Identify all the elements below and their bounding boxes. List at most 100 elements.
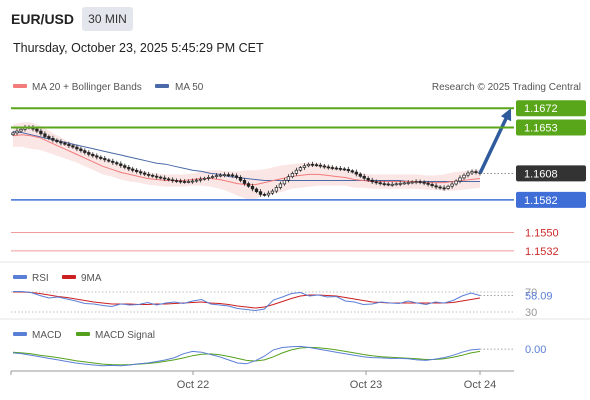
candle-body (230, 174, 235, 177)
x-axis-tick-label: Oct 24 (464, 379, 496, 391)
candle-body (218, 174, 223, 177)
ma20-legend-swatch (13, 84, 27, 88)
rsi-value-label: 58.09 (525, 291, 553, 303)
candle-body (286, 176, 291, 181)
candle-body (390, 183, 394, 186)
candle-body (202, 177, 207, 180)
candle-body (318, 164, 322, 167)
candle-body (99, 156, 103, 159)
candle-body (470, 171, 474, 174)
candle-body (282, 179, 287, 185)
candle-body (462, 174, 466, 179)
candle-body (163, 177, 167, 180)
ma50-legend-label: MA 50 (175, 82, 204, 93)
candle-body (59, 141, 63, 144)
rsi-ma-legend-swatch (62, 275, 76, 279)
candle-body (250, 185, 255, 190)
candle-body (354, 171, 358, 175)
candle-body (290, 173, 295, 178)
candle-body (366, 178, 370, 181)
x-axis-tick-label: Oct 23 (350, 379, 382, 391)
ma20-legend-label: MA 20 + Bollinger Bands (32, 82, 142, 93)
candle-body (47, 136, 51, 139)
candle-body (63, 142, 67, 145)
candle-body (406, 182, 410, 184)
rsi-line (13, 291, 481, 312)
candle-body (242, 180, 247, 184)
candle-body (19, 128, 23, 132)
candle-body (326, 166, 330, 169)
candle-body (258, 191, 263, 195)
candle-body (322, 165, 326, 168)
candle-body (402, 182, 406, 185)
candle-body (454, 180, 458, 185)
support-level-label: 1.1550 (525, 228, 559, 240)
candle-body (298, 167, 303, 171)
candle-body (119, 163, 123, 166)
candle-body (450, 183, 454, 187)
candle-body (111, 160, 115, 163)
candle-body (190, 180, 195, 183)
candle-body (151, 174, 155, 177)
candle-body (266, 192, 271, 196)
candle-body (270, 190, 275, 194)
support-level-label: 1.1532 (525, 246, 559, 258)
candle-body (386, 183, 390, 186)
macd-legend-label: MACD (32, 330, 61, 341)
candle-body (123, 165, 127, 168)
candle-body (75, 146, 79, 150)
candle-body (246, 183, 251, 187)
macd-panel: 0.00 (12, 344, 546, 367)
candle-body (131, 168, 135, 171)
candle-body (171, 179, 175, 182)
candle-body (414, 181, 418, 183)
candle-body (410, 181, 414, 184)
candle-body (127, 167, 131, 170)
candle-body (330, 167, 334, 169)
candle-body (314, 164, 319, 167)
candle-body (394, 183, 398, 186)
candle-body (238, 176, 243, 181)
candle-body (167, 178, 171, 181)
candle-body (338, 168, 342, 170)
macd-line (12, 345, 481, 367)
price-level-label: 1.1582 (524, 195, 558, 207)
candle-body (91, 153, 95, 157)
candle-body (278, 183, 283, 188)
x-axis-tick-label: Oct 22 (177, 379, 209, 391)
chart-canvas: MA 20 + Bollinger Bands MA 50 Research ©… (0, 82, 590, 391)
candle-body (378, 182, 382, 185)
candle-body (143, 172, 147, 175)
candle-body (55, 139, 59, 143)
candle-body (362, 175, 366, 179)
source-credit: Research © 2025 Trading Central (432, 82, 581, 93)
candle-body (422, 181, 426, 184)
candle-body (434, 185, 438, 188)
candle-body (182, 181, 187, 183)
macd-signal-legend-swatch (76, 332, 90, 336)
candle-body (147, 174, 151, 176)
macd-legend-swatch (13, 332, 27, 336)
candle-body (67, 144, 71, 147)
candle-body (474, 171, 478, 173)
candle-body (43, 133, 47, 137)
candle-body (458, 177, 462, 182)
candle-body (382, 183, 386, 185)
candle-body (346, 169, 350, 172)
candle-body (115, 162, 119, 165)
bollinger-band (13, 122, 480, 199)
candle-body (35, 128, 39, 132)
candle-body (358, 173, 362, 177)
rsi-ma-line (13, 291, 481, 309)
candle-body (51, 138, 55, 141)
candle-body (159, 176, 163, 179)
rsi-legend-swatch (13, 275, 27, 279)
candle-body (135, 169, 139, 172)
candle-body (310, 163, 315, 166)
candle-body (71, 145, 75, 148)
rsi-panel: 703058.09 (11, 287, 553, 319)
candle-body (79, 148, 83, 152)
candle-body (438, 186, 442, 189)
macd-signal-legend-label: MACD Signal (95, 330, 155, 341)
candle-body (430, 184, 434, 187)
